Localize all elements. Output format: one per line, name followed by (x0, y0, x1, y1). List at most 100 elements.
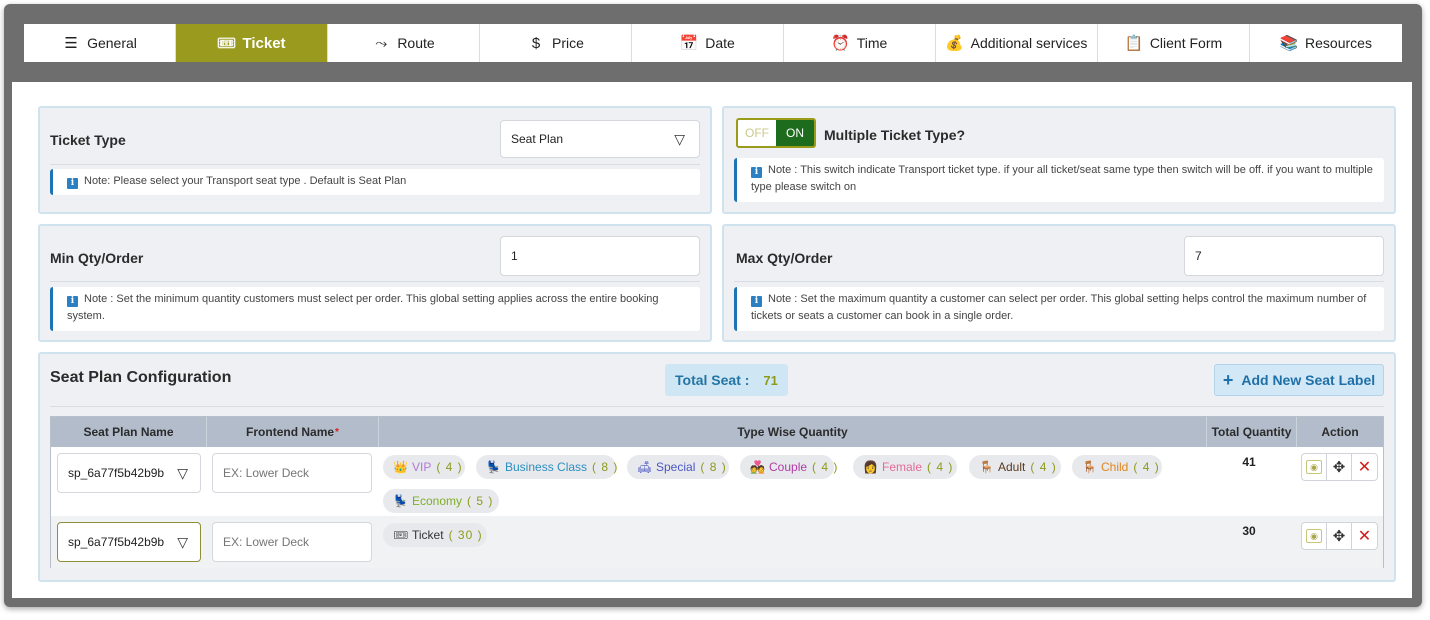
frontend-name-input[interactable] (212, 453, 372, 493)
eye-button[interactable]: ◉ (1302, 523, 1327, 549)
total-seat-label: Total Seat : (675, 372, 750, 388)
tab-bar: ☰ General 🎟 Ticket ⤳ Route $ Price 📅 Date ⏰ Time 💰 Ad… (24, 24, 1402, 62)
max-qty-note-text: Note : Set the maximum quantity a custom… (751, 293, 1367, 322)
min-qty-note: i Note : Set the minimum quantity custome… (50, 287, 700, 331)
move-icon: ✥ (1332, 459, 1346, 476)
drag-handle[interactable]: ✥ (1327, 454, 1352, 480)
tab-ticket[interactable]: 🎟 Ticket (176, 24, 328, 62)
divider (734, 281, 1384, 282)
drag-handle[interactable]: ✥ (1327, 523, 1352, 549)
tab-label: Time (856, 35, 888, 51)
info-icon: i (751, 167, 762, 178)
tab-resources[interactable]: 📚 Resources (1250, 24, 1402, 62)
business-seat-icon: 💺 (486, 460, 501, 474)
tab-label: Date (705, 35, 735, 51)
seat-type-name: Couple (769, 460, 808, 474)
tab-time[interactable]: ⏰ Time (784, 24, 936, 62)
crown-icon: 👑 (393, 460, 408, 474)
total-seat-value: 71 (763, 372, 778, 388)
seat-type-qty: ( 30 ) (448, 528, 483, 542)
info-icon: i (67, 178, 78, 189)
tab-date[interactable]: 📅 Date (632, 24, 784, 62)
table-header: Seat Plan Name Frontend Name * Type Wise … (51, 417, 1383, 447)
close-icon: ✕ (1357, 459, 1372, 476)
tab-label: Ticket (242, 34, 286, 52)
max-qty-card: Max Qty/Order 7 i Note : Set the maximum … (722, 224, 1396, 342)
ticket-type-select[interactable]: Seat Plan ▽ (500, 120, 700, 158)
eye-icon: ◉ (1306, 460, 1322, 474)
clipboard-icon: 📋 (1124, 35, 1144, 52)
max-qty-note: i Note : Set the maximum quantity a custo… (734, 287, 1384, 331)
required-asterisk: * (335, 426, 339, 438)
info-icon: i (751, 296, 762, 307)
add-seat-label-text: Add New Seat Label (1241, 372, 1376, 388)
ticket-icon: 🎟 (216, 35, 236, 52)
tab-label: Additional services (970, 35, 1088, 51)
max-qty-value: 7 (1195, 249, 1202, 263)
add-seat-label-button[interactable]: + Add New Seat Label (1214, 364, 1384, 396)
max-qty-input[interactable]: 7 (1184, 236, 1384, 276)
delete-button[interactable]: ✕ (1352, 523, 1377, 549)
chevron-down-icon: ▽ (177, 464, 188, 481)
ticket-type-label: Ticket Type (50, 132, 126, 148)
seat-type-name: Special (656, 460, 696, 474)
col-frontend-name: Frontend Name * (207, 417, 379, 447)
tab-price[interactable]: $ Price (480, 24, 632, 62)
frontend-name-input[interactable] (212, 522, 372, 562)
seat-type-name: Ticket (412, 528, 444, 542)
toggle-on[interactable]: ON (776, 120, 814, 146)
alarm-clock-icon: ⏰ (831, 35, 851, 52)
multiple-ticket-note: i Note : This switch indicate Transport t… (734, 158, 1384, 202)
seat-type-chip: 💺 Economy ( 5 ) (383, 489, 499, 513)
seat-type-name: VIP (412, 460, 432, 474)
col-frontend-name-text: Frontend Name (246, 425, 335, 439)
ticket-type-value: Seat Plan (511, 132, 564, 146)
seat-type-name: Economy (412, 494, 463, 508)
delete-button[interactable]: ✕ (1352, 454, 1377, 480)
col-type-wise-quantity: Type Wise Quantity (379, 417, 1207, 447)
seat-type-chip: 👑 VIP ( 4 ) (383, 455, 465, 479)
tab-label: Resources (1305, 35, 1372, 51)
dollar-icon: $ (531, 34, 541, 52)
tab-route[interactable]: ⤳ Route (328, 24, 480, 62)
eye-button[interactable]: ◉ (1302, 454, 1327, 480)
seat-type-qty: ( 4 ) (927, 460, 954, 474)
seat-type-qty: ( 8 ) (700, 460, 727, 474)
tab-additional-services[interactable]: 💰 Additional services (936, 24, 1098, 62)
chevron-down-icon: ▽ (177, 533, 188, 550)
multiple-ticket-toggle[interactable]: OFF ON (736, 118, 816, 148)
seat-type-chip: 🛋 Special ( 8 ) (627, 455, 729, 479)
child-chair-icon: 🪑 (1082, 460, 1097, 474)
seat-type-qty: ( 4 ) (436, 460, 463, 474)
seat-type-name: Child (1101, 460, 1129, 474)
toggle-off[interactable]: OFF (738, 120, 776, 146)
tab-label: Route (397, 35, 435, 51)
min-qty-input[interactable]: 1 (500, 236, 700, 276)
plus-icon: + (1222, 369, 1234, 390)
min-qty-card: Min Qty/Order 1 i Note : Set the minimum … (38, 224, 712, 342)
tab-general[interactable]: ☰ General (24, 24, 176, 62)
tab-label: Price (552, 35, 584, 51)
divider (50, 281, 700, 282)
app-frame: ☰ General 🎟 Ticket ⤳ Route $ Price 📅 Date ⏰ Time 💰 Ad… (4, 4, 1422, 607)
max-qty-label: Max Qty/Order (736, 250, 833, 266)
ticket-type-note-text: Note: Please select your Transport seat … (84, 175, 407, 187)
eye-icon: ◉ (1306, 529, 1322, 543)
ticket-type-note: i Note: Please select your Transport seat… (50, 169, 700, 195)
tab-client-form[interactable]: 📋 Client Form (1098, 24, 1250, 62)
seat-type-name: Business Class (505, 460, 588, 474)
seat-plan-select[interactable]: sp_6a77f5b42b9b ▽ (57, 453, 201, 493)
seat-type-chip: 🪑 Child ( 4 ) (1072, 455, 1162, 479)
divider (50, 406, 1384, 407)
couple-icon: 💑 (750, 460, 765, 474)
multiple-ticket-card: OFF ON Multiple Ticket Type? i Note : Thi… (722, 106, 1396, 214)
chevron-down-icon: ▽ (674, 130, 685, 147)
rainbow-icon: ☰ (64, 35, 78, 52)
multiple-ticket-note-text: Note : This switch indicate Transport ti… (751, 164, 1373, 193)
seat-plan-select[interactable]: sp_6a77f5b42b9b ▽ (57, 522, 201, 562)
seat-plan-card: Seat Plan Configuration Total Seat : 71 … (38, 352, 1396, 582)
total-quantity: 30 (1242, 524, 1256, 538)
tab-label: Client Form (1149, 35, 1223, 51)
route-icon: ⤳ (375, 34, 388, 52)
col-total-quantity: Total Quantity (1207, 417, 1297, 447)
